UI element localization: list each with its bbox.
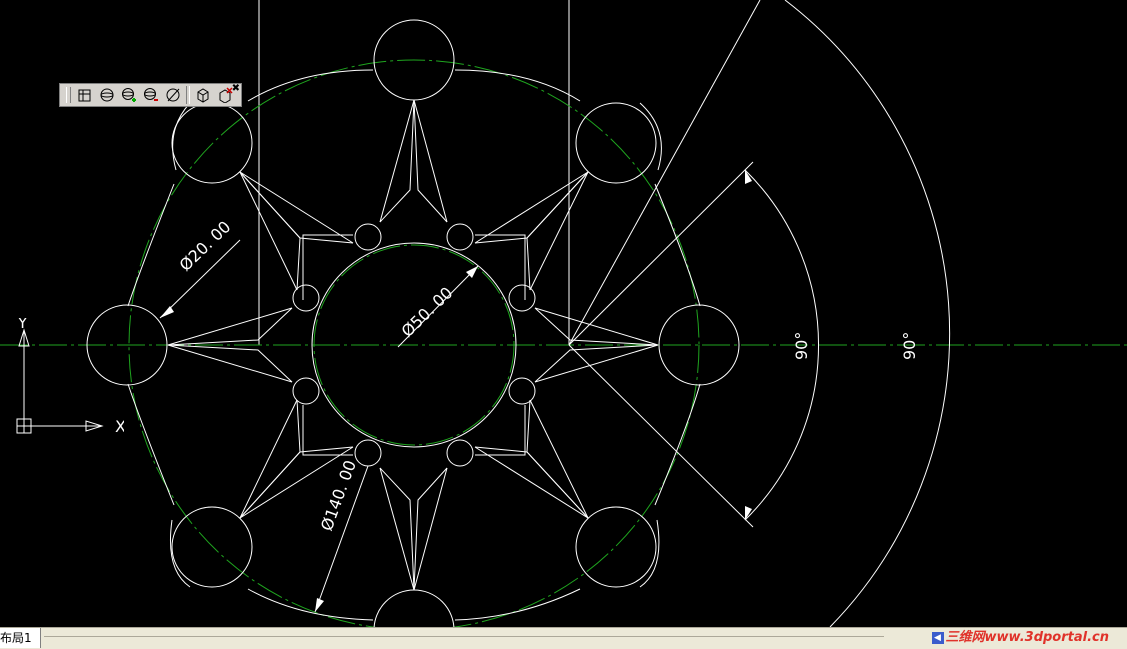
dim-dia-50: Ø50. 00 [398,283,457,341]
watermark: ◀ 三维网www.3dportal.cn [931,630,1109,646]
dimension-leaders [159,170,752,613]
dim-dia-20: Ø20. 00 [176,217,235,275]
hole-top-right [575,102,657,184]
watermark-text: 三维网www.3dportal.cn [945,630,1109,645]
drawing-canvas[interactable]: Ø20. 00 Ø50. 00 Ø140. 00 90° 90° Y X ✖ [0,0,1127,627]
cube-icon [197,88,209,103]
watermark-logo-icon: ◀ [931,631,944,644]
ucs-y-label: Y [17,318,28,332]
hole-top-left [171,102,253,184]
dim-dia-140: Ø140. 00 [317,458,360,534]
slice-sphere-icon [166,88,180,102]
center-lines [0,59,1127,627]
dim-angle-inner: 90° [792,332,811,360]
ucs-icon: Y X [14,314,126,438]
remove-sphere-icon [144,88,158,101]
dim-angle-outer: 90° [900,332,919,360]
floating-toolbar[interactable]: ✖ [59,83,242,107]
3d-box-icon [78,89,91,102]
layout-status-bar: 布局1 ◀ 三维网www.3dportal.cn [0,627,1127,649]
toolbar-grip[interactable] [66,87,71,103]
close-cube-icon [219,87,233,103]
remove-sphere-button[interactable] [140,85,162,105]
angle-construction [568,0,951,627]
tab-scroll-strip[interactable] [44,636,884,647]
sphere-icon [100,88,114,102]
tab-layout1[interactable]: 布局1 [0,628,41,648]
ucs-x-label: X [115,417,124,436]
sphere-button[interactable] [96,85,118,105]
add-sphere-button[interactable] [118,85,140,105]
construction-lines [258,0,570,345]
toolbar-close-icon[interactable]: ✖ [232,84,240,94]
cube-button[interactable] [192,85,214,105]
hole-bottom-right [575,506,657,588]
hole-bottom-left [171,506,253,588]
toolbar-separator [186,86,190,104]
slice-sphere-button[interactable] [162,85,184,105]
3d-box-button[interactable] [74,85,96,105]
add-sphere-icon [122,88,136,102]
hole-bottom [373,589,455,627]
